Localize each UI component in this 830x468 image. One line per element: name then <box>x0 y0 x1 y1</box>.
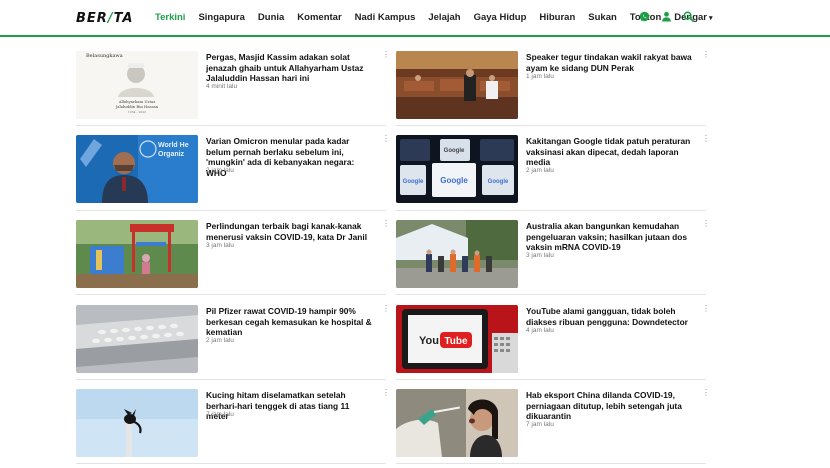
more-options-icon[interactable]: ⋮ <box>702 305 710 313</box>
article-timestamp: 7 jam lalu <box>206 411 234 418</box>
divider <box>396 210 706 211</box>
svg-text:Google: Google <box>403 179 424 185</box>
article-timestamp: 2 jam lalu <box>206 167 234 174</box>
nav-singapura[interactable]: Singapura <box>198 12 244 23</box>
divider <box>76 125 386 126</box>
article-card[interactable]: You Tube YouTube alami gangguan, tidak b… <box>396 305 710 377</box>
article-thumbnail[interactable] <box>396 220 518 288</box>
svg-text:World He: World He <box>158 142 189 149</box>
divider <box>396 125 706 126</box>
article-card[interactable]: Kucing hitam diselamatkan setelah berhar… <box>76 389 390 461</box>
article-card[interactable]: Google Google Google Google Kakitangan G… <box>396 135 710 207</box>
svg-text:1954 - 2022: 1954 - 2022 <box>128 110 146 114</box>
article-timestamp: 2 jam lalu <box>526 167 554 174</box>
article-timestamp: 7 jam lalu <box>526 421 554 428</box>
divider <box>76 294 386 295</box>
more-options-icon[interactable]: ⋮ <box>702 220 710 228</box>
svg-text:Belasungkawa: Belasungkawa <box>86 53 123 59</box>
article-thumbnail[interactable]: World He Organiz <box>76 135 198 203</box>
svg-text:Tube: Tube <box>444 336 468 347</box>
article-card[interactable]: World He Organiz Varian Omicron menular … <box>76 135 390 207</box>
article-title[interactable]: Australia akan bangunkan kemudahan penge… <box>526 221 694 253</box>
more-options-icon[interactable]: ⋮ <box>702 51 710 59</box>
nav-gaya-hidup[interactable]: Gaya Hidup <box>474 12 527 23</box>
nav-hiburan[interactable]: Hiburan <box>539 12 575 23</box>
svg-text:Google: Google <box>440 176 468 185</box>
article-thumbnail[interactable] <box>76 220 198 288</box>
article-thumbnail[interactable] <box>396 51 518 119</box>
article-card[interactable]: Speaker tegur tindakan wakil rakyat bawa… <box>396 51 710 123</box>
whatsapp-icon[interactable] <box>639 11 650 22</box>
svg-text:Google: Google <box>488 179 509 185</box>
article-title[interactable]: Pil Pfizer rawat COVID-19 hampir 90% ber… <box>206 306 374 338</box>
article-thumbnail[interactable] <box>76 389 198 457</box>
divider <box>396 463 706 464</box>
more-options-icon[interactable]: ⋮ <box>702 135 710 143</box>
article-card[interactable]: Perlindungan terbaik bagi kanak-kanak me… <box>76 220 390 292</box>
nav-komentar[interactable]: Komentar <box>297 12 341 23</box>
article-title[interactable]: Hab eksport China dilanda COVID-19, pern… <box>526 390 694 422</box>
article-timestamp: 4 minit lalu <box>206 83 238 90</box>
article-timestamp: 4 jam lalu <box>526 327 554 334</box>
divider <box>76 379 386 380</box>
site-header: BER/TA Terkini Singapura Dunia Komentar … <box>0 0 830 37</box>
more-options-icon[interactable]: ⋮ <box>382 135 390 143</box>
svg-text:You: You <box>419 335 439 347</box>
more-options-icon[interactable]: ⋮ <box>382 220 390 228</box>
divider <box>396 379 706 380</box>
svg-text:Google: Google <box>444 148 465 154</box>
article-card[interactable]: Australia akan bangunkan kemudahan penge… <box>396 220 710 292</box>
divider <box>76 463 386 464</box>
site-logo[interactable]: BER/TA <box>76 11 133 26</box>
article-title[interactable]: YouTube alami gangguan, tidak boleh diak… <box>526 306 694 327</box>
article-card[interactable]: Hab eksport China dilanda COVID-19, pern… <box>396 389 710 461</box>
article-timestamp: 2 jam lalu <box>206 337 234 344</box>
article-timestamp: 1 jam lalu <box>526 73 554 80</box>
article-timestamp: 3 jam lalu <box>526 252 554 259</box>
chevron-down-icon: ▾ <box>709 15 713 22</box>
article-card[interactable]: Belasungkawa Allahyarham Ustaz Jalaluddi… <box>76 51 390 123</box>
svg-text:Jalaluddin Bin Hassan: Jalaluddin Bin Hassan <box>115 104 159 109</box>
nav-dunia[interactable]: Dunia <box>258 12 284 23</box>
article-thumbnail[interactable]: Belasungkawa Allahyarham Ustaz Jalaluddi… <box>76 51 198 119</box>
more-options-icon[interactable]: ⋮ <box>382 389 390 397</box>
divider <box>76 210 386 211</box>
more-options-icon[interactable]: ⋮ <box>382 51 390 59</box>
divider <box>396 294 706 295</box>
more-options-icon[interactable]: ⋮ <box>382 305 390 313</box>
article-thumbnail[interactable]: Google Google Google Google <box>396 135 518 203</box>
search-icon[interactable] <box>683 11 694 22</box>
nav-terkini[interactable]: Terkini <box>155 12 185 23</box>
user-icon[interactable] <box>661 11 672 22</box>
article-title[interactable]: Kakitangan Google tidak patuh peraturan … <box>526 136 694 168</box>
more-options-icon[interactable]: ⋮ <box>702 389 710 397</box>
article-thumbnail[interactable] <box>76 305 198 373</box>
article-title[interactable]: Speaker tegur tindakan wakil rakyat bawa… <box>526 52 694 73</box>
article-thumbnail[interactable]: You Tube <box>396 305 518 373</box>
nav-sukan[interactable]: Sukan <box>588 12 617 23</box>
nav-nadi-kampus[interactable]: Nadi Kampus <box>355 12 416 23</box>
svg-text:Organiz: Organiz <box>158 151 185 158</box>
article-card[interactable]: Pil Pfizer rawat COVID-19 hampir 90% ber… <box>76 305 390 377</box>
article-timestamp: 3 jam lalu <box>206 242 234 249</box>
article-thumbnail[interactable] <box>396 389 518 457</box>
article-title[interactable]: Perlindungan terbaik bagi kanak-kanak me… <box>206 221 374 242</box>
nav-jelajah[interactable]: Jelajah <box>428 12 460 23</box>
article-title[interactable]: Pergas, Masjid Kassim adakan solat jenaz… <box>206 52 374 84</box>
